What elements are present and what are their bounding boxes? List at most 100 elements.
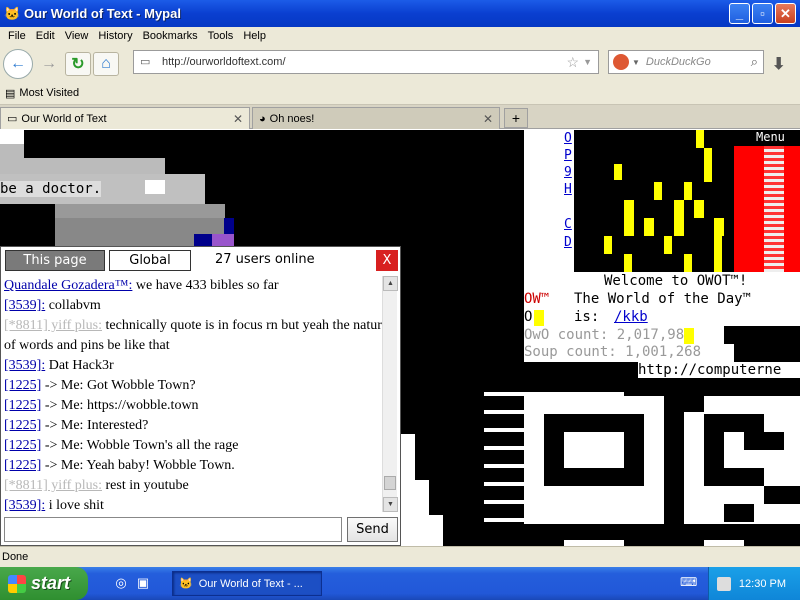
url-dropdown-icon[interactable]: ▼ [583, 57, 592, 67]
chat-user-id[interactable]: [*8811] yiff plus: [4, 318, 102, 333]
taskbar-app-icon: 🐱 [179, 578, 193, 590]
scroll-thumb[interactable] [384, 476, 396, 490]
menu-history[interactable]: History [93, 30, 137, 42]
duckduckgo-icon[interactable] [613, 54, 629, 70]
quicklaunch-browser-icon[interactable]: ◎ [112, 575, 130, 593]
chat-window: This page Global 27 users online X Quand… [0, 246, 401, 546]
tab-oh-noes[interactable]: ◕ Oh noes! ✕ [252, 107, 500, 129]
site-identity-icon[interactable]: ▭ [140, 55, 156, 69]
chat-messages: Quandale Gozadera™: we have 433 bibles s… [4, 276, 397, 512]
windows-logo-icon [8, 574, 26, 593]
menu-view[interactable]: View [60, 30, 94, 42]
chat-message: [3539]: Dat Hack3r [4, 356, 397, 376]
menu-tools[interactable]: Tools [203, 30, 239, 42]
chat-user-id[interactable]: [3539]: [4, 298, 45, 313]
tab-close-icon[interactable]: ✕ [233, 112, 243, 126]
tab-favicon-icon: ◕ [259, 112, 266, 125]
chat-message: [3539]: i love shit [4, 496, 397, 512]
taskbar: start ◎ ▣ 🐱 Our World of Text - ... ⌨ 12… [0, 567, 800, 600]
back-arrow-icon[interactable]: ← [3, 48, 33, 79]
close-button[interactable]: ✕ [775, 3, 796, 24]
status-bar: Done [0, 546, 800, 567]
chat-message: [*8811] yiff plus: technically quote is … [4, 316, 397, 356]
send-button[interactable]: Send [347, 517, 398, 542]
chat-text: i love shit [45, 498, 104, 512]
wotd-is: is: [574, 309, 600, 325]
tab-strip: ▭ Our World of Text ✕ ◕ Oh noes! ✕ + [0, 105, 800, 129]
side-link-2[interactable]: P [564, 147, 572, 164]
chat-user-id[interactable]: [3539]: [4, 358, 45, 373]
tab-our-world-of-text[interactable]: ▭ Our World of Text ✕ [0, 107, 250, 129]
reload-icon[interactable]: ↻ [65, 51, 91, 76]
bookmark-star-icon[interactable]: ☆ [567, 54, 580, 71]
side-link-6[interactable]: D [564, 234, 572, 251]
app-icon: 🐱 [4, 5, 21, 21]
url-bar[interactable]: ▭ http://ourworldoftext.com/ ☆ ▼ [133, 50, 599, 74]
tab-close-icon[interactable]: ✕ [483, 112, 493, 126]
chat-user-id[interactable]: [1225] [4, 458, 41, 473]
chat-scrollbar[interactable]: ▲ ▼ [382, 276, 398, 512]
welcome-text: Welcome to OWOT™! [604, 273, 748, 289]
chat-tab-global[interactable]: Global [109, 250, 191, 271]
start-label: start [31, 573, 71, 593]
chat-text: rest in youtube [102, 478, 189, 493]
bookmark-most-visited[interactable]: Most Visited [19, 87, 79, 99]
owot-canvas[interactable]: be a doctor. O P 9 H C D Menu Welcome to… [0, 130, 800, 546]
search-engine-dropdown-icon[interactable]: ▼ [632, 58, 640, 67]
scroll-up-icon[interactable]: ▲ [383, 276, 398, 291]
url-text[interactable]: http://ourworldoftext.com/ [162, 56, 567, 68]
owot-world-panel: O P 9 H C D Menu Welcome to OWOT™! OW™ T… [484, 130, 800, 546]
wotd-link[interactable]: /kkb [614, 309, 648, 325]
search-icon[interactable]: ⌕ [751, 54, 758, 70]
minimize-button[interactable]: _ [729, 3, 750, 24]
chat-message: [1225] -> Me: Wobble Town's all the rage [4, 436, 397, 456]
chat-user-id[interactable]: [1225] [4, 418, 41, 433]
tray-network-icon[interactable] [716, 576, 731, 591]
clock[interactable]: 12:30 PM [739, 578, 786, 590]
home-icon[interactable]: ⌂ [93, 51, 119, 76]
chat-user-id[interactable]: [1225] [4, 398, 41, 413]
menu-edit[interactable]: Edit [31, 30, 60, 42]
chat-user-id[interactable]: [*8811] yiff plus: [4, 478, 102, 493]
menu-help[interactable]: Help [238, 30, 271, 42]
maximize-button[interactable]: ▫ [752, 3, 773, 24]
chat-close-button[interactable]: X [376, 250, 398, 271]
chat-user-id[interactable]: [1225] [4, 378, 41, 393]
search-placeholder[interactable]: DuckDuckGo [646, 56, 751, 68]
wotd-text: The World of the Day™ [574, 291, 752, 307]
chat-message: [3539]: collabvm [4, 296, 397, 316]
forward-arrow-icon[interactable]: → [35, 50, 63, 78]
menu-bookmarks[interactable]: Bookmarks [138, 30, 203, 42]
chat-user-id[interactable]: [1225] [4, 438, 41, 453]
quicklaunch-app-icon[interactable]: ▣ [134, 575, 152, 593]
chat-tabs: This page Global 27 users online X [1, 247, 400, 273]
chat-tab-this-page[interactable]: This page [5, 250, 105, 271]
chat-message: [1225] -> Me: Got Wobble Town? [4, 376, 397, 396]
side-link-3[interactable]: 9 [564, 164, 572, 181]
menu-file[interactable]: File [3, 30, 31, 42]
wotd-o: O [524, 309, 533, 325]
chat-text: -> Me: Got Wobble Town? [41, 378, 196, 393]
chat-user-id[interactable]: [3539]: [4, 498, 45, 512]
scroll-down-icon[interactable]: ▼ [383, 497, 398, 512]
side-link-1[interactable]: O [564, 130, 572, 147]
taskbar-item-browser[interactable]: 🐱 Our World of Text - ... [172, 571, 322, 596]
chat-nick[interactable]: Quandale Gozadera™: [4, 278, 132, 293]
owo-count: OwO count: 2,017,987 [524, 327, 693, 343]
taskbar-item-label: Our World of Text - ... [198, 577, 303, 590]
side-link-4[interactable]: H [564, 181, 572, 198]
keyboard-icon[interactable]: ⌨ [680, 575, 698, 591]
download-icon[interactable]: ⬇ [772, 54, 790, 74]
new-tab-button[interactable]: + [504, 108, 528, 128]
window-title: Our World of Text - Mypal [24, 6, 181, 21]
soup-count: Soup count: 1,001,268 [524, 344, 702, 360]
navigation-toolbar: ← → ↻ ⌂ ▭ http://ourworldoftext.com/ ☆ ▼… [0, 45, 800, 82]
chat-input[interactable] [4, 517, 342, 542]
chat-text: -> Me: Interested? [41, 418, 149, 433]
start-button[interactable]: start [0, 567, 88, 600]
url-fragment: http://computerne [638, 362, 782, 378]
menu-label[interactable]: Menu [754, 130, 785, 144]
search-bar[interactable]: ▼ DuckDuckGo ⌕ [608, 50, 764, 74]
wotd-prefix: OW™ [524, 291, 550, 307]
side-link-5[interactable]: C [564, 216, 572, 233]
